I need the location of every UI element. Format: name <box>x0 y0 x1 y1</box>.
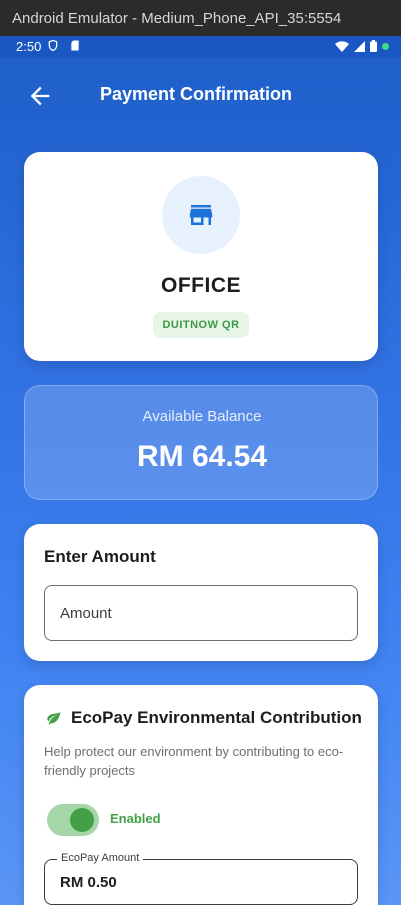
battery-icon <box>370 40 377 52</box>
sd-card-icon <box>71 40 79 51</box>
toggle-knob <box>70 808 94 832</box>
enter-amount-title: Enter Amount <box>44 547 156 566</box>
balance-amount: RM 64.54 <box>136 440 268 473</box>
ecopay-amount-label: EcoPay Amount <box>57 852 144 864</box>
phone-screen: 2:50 Payment Confirmation OFFICE DUITNOW… <box>0 36 401 905</box>
shield-status-icon <box>48 40 58 51</box>
merchant-name: OFFICE <box>161 274 241 297</box>
emulator-title-bar: Android Emulator - Medium_Phone_API_35:5… <box>0 0 401 36</box>
signal-icon <box>354 40 365 52</box>
status-icons <box>335 40 389 52</box>
back-arrow-icon[interactable] <box>26 82 54 110</box>
balance-label: Available Balance <box>142 408 262 425</box>
ecopay-title: EcoPay Environmental Contribution <box>71 708 362 727</box>
page-title: Payment Confirmation <box>100 84 293 104</box>
ecopay-toggle[interactable] <box>47 804 99 836</box>
toggle-label: Enabled <box>110 811 161 826</box>
ecopay-card: EcoPay Environmental Contribution Help p… <box>24 685 378 905</box>
ecopay-amount-field[interactable]: EcoPay Amount RM 0.50 <box>44 852 358 905</box>
ecopay-amount-value: RM 0.50 <box>60 874 117 891</box>
merchant-card: OFFICE DUITNOW QR <box>24 152 378 361</box>
leaf-icon <box>47 712 61 725</box>
status-bar: 2:50 <box>0 36 401 58</box>
wifi-icon <box>335 40 349 52</box>
notification-dot-icon <box>382 42 389 50</box>
merchant-avatar <box>162 176 240 254</box>
balance-card: Available Balance RM 64.54 <box>24 385 378 500</box>
payment-method-badge: DUITNOW QR <box>153 312 249 338</box>
emulator-title: Android Emulator - Medium_Phone_API_35:5… <box>12 9 342 27</box>
status-time: 2:50 <box>16 39 42 54</box>
storefront-icon <box>189 205 213 225</box>
amount-input[interactable] <box>44 585 358 641</box>
amount-card: Enter Amount <box>24 524 378 661</box>
app-bar: Payment Confirmation <box>0 58 401 130</box>
ecopay-description: Help protect our environment by contribu… <box>44 744 344 778</box>
